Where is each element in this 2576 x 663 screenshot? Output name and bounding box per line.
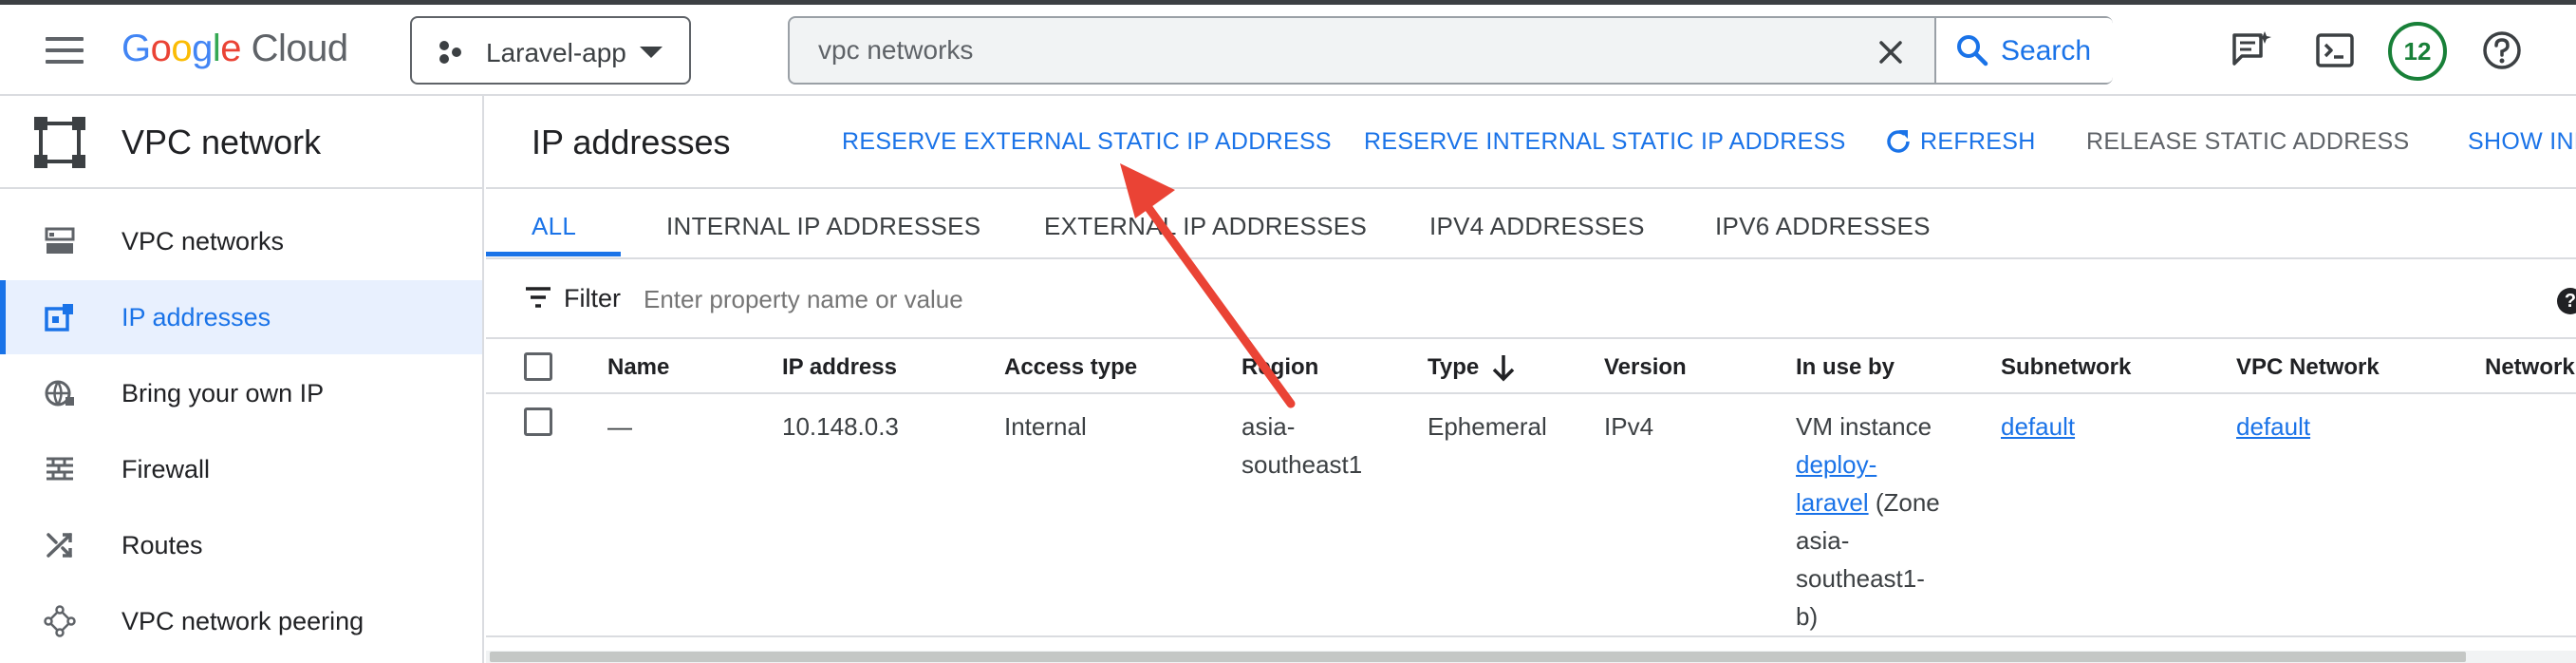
cell-region: asia- southeast1 bbox=[1241, 407, 1362, 483]
sidebar: VPC network VPC networks IP addresses Br… bbox=[0, 96, 484, 663]
tab-external-ip-addresses[interactable]: EXTERNAL IP ADDRESSES bbox=[1044, 212, 1367, 241]
in-use-by-text: (Zone bbox=[1868, 488, 1940, 517]
in-use-by-text: VM instance bbox=[1796, 412, 1932, 441]
sidebar-item-routes[interactable]: Routes bbox=[0, 508, 482, 582]
sidebar-item-firewall[interactable]: Firewall bbox=[0, 432, 482, 506]
vpc-network-link[interactable]: default bbox=[2236, 407, 2310, 445]
table-header: Name IP address Access type Region Type … bbox=[486, 339, 2576, 394]
sort-descending-icon[interactable] bbox=[1490, 352, 1517, 383]
column-header-ip-address[interactable]: IP address bbox=[782, 354, 897, 381]
sidebar-item-label: VPC networks bbox=[121, 227, 285, 256]
help-icon[interactable] bbox=[2479, 28, 2525, 73]
cell-region-line: asia- bbox=[1241, 412, 1296, 441]
cell-access-type: Internal bbox=[1004, 412, 1087, 441]
routes-icon bbox=[47, 533, 72, 558]
vm-instance-link[interactable]: deploy- bbox=[1796, 450, 1876, 479]
search-button-label: Search bbox=[2001, 35, 2092, 66]
subnetwork-link[interactable]: default bbox=[2001, 407, 2075, 445]
cell-type: Ephemeral bbox=[1428, 412, 1547, 441]
filter-bar: Filter ? bbox=[486, 259, 2576, 339]
close-icon[interactable] bbox=[1872, 33, 1910, 71]
scrollbar-thumb[interactable] bbox=[490, 652, 2466, 662]
column-header-in-use-by[interactable]: In use by bbox=[1796, 354, 1895, 381]
sidebar-item-bring-your-own-ip[interactable]: Bring your own IP bbox=[0, 356, 482, 430]
chevron-down-icon bbox=[640, 47, 663, 58]
tab-ipv6-addresses[interactable]: IPV6 ADDRESSES bbox=[1715, 212, 1931, 241]
column-help-icon[interactable]: ? bbox=[2557, 288, 2576, 314]
in-use-by-text: b) bbox=[1796, 602, 1819, 631]
table-row: — 10.148.0.3 Internal asia- southeast1 E… bbox=[486, 394, 2576, 637]
peering-icon bbox=[44, 605, 76, 637]
ip-addresses-icon bbox=[45, 304, 73, 332]
sidebar-item-label: Firewall bbox=[121, 455, 211, 483]
sidebar-item-vpc-networks[interactable]: VPC networks bbox=[0, 204, 482, 278]
column-header-subnetwork[interactable]: Subnetwork bbox=[2001, 354, 2131, 381]
notes-icon[interactable] bbox=[2229, 28, 2274, 73]
sidebar-item-vpc-network-peering[interactable]: VPC network peering bbox=[0, 584, 482, 658]
search-button[interactable]: Search bbox=[1936, 18, 2113, 83]
page-header: IP addresses RESERVE EXTERNAL STATIC IP … bbox=[486, 96, 2576, 189]
release-static-address-button[interactable]: RELEASE STATIC ADDRESS bbox=[2086, 128, 2410, 156]
project-icon bbox=[439, 41, 461, 64]
tab-internal-ip-addresses[interactable]: INTERNAL IP ADDRESSES bbox=[666, 212, 980, 241]
tab-all[interactable]: ALL bbox=[532, 212, 576, 241]
horizontal-scrollbar[interactable] bbox=[486, 651, 2576, 663]
vpc-networks-icon bbox=[45, 227, 75, 254]
refresh-button[interactable]: REFRESH bbox=[1920, 128, 2036, 156]
sidebar-header: VPC network bbox=[0, 96, 482, 189]
column-header-access-type[interactable]: Access type bbox=[1004, 354, 1137, 381]
column-header-vpc-network[interactable]: VPC Network bbox=[2236, 354, 2380, 381]
top-header: Google Cloud Laravel-app Search 1 bbox=[0, 5, 2576, 96]
cell-version: IPv4 bbox=[1604, 412, 1654, 441]
vpc-network-icon bbox=[34, 117, 85, 168]
firewall-icon bbox=[47, 457, 73, 481]
tab-ipv4-addresses[interactable]: IPV4 ADDRESSES bbox=[1429, 212, 1645, 241]
refresh-icon[interactable] bbox=[1883, 126, 1913, 157]
google-cloud-logo[interactable]: Google Cloud bbox=[121, 28, 348, 70]
filter-input[interactable] bbox=[644, 280, 2067, 318]
sidebar-item-ip-addresses[interactable]: IP addresses bbox=[0, 280, 482, 354]
filter-label: Filter bbox=[564, 284, 621, 313]
project-name: Laravel-app bbox=[486, 38, 626, 67]
sidebar-item-label: VPC network peering bbox=[121, 607, 364, 635]
main-content: IP addresses RESERVE EXTERNAL STATIC IP … bbox=[486, 96, 2576, 663]
column-header-region[interactable]: Region bbox=[1241, 354, 1318, 381]
cell-region-line: southeast1 bbox=[1241, 450, 1363, 479]
column-header-type[interactable]: Type bbox=[1428, 354, 1479, 381]
globe-icon bbox=[45, 380, 74, 407]
cell-ip-address: 10.148.0.3 bbox=[782, 412, 899, 441]
show-info-panel-button[interactable]: SHOW INF bbox=[2468, 128, 2576, 156]
search-input[interactable] bbox=[818, 31, 1862, 69]
vm-instance-link[interactable]: laravel bbox=[1796, 488, 1869, 517]
in-use-by-text: asia- bbox=[1796, 526, 1850, 555]
sidebar-title: VPC network bbox=[121, 123, 322, 161]
column-header-name[interactable]: Name bbox=[607, 354, 669, 381]
select-all-checkbox[interactable] bbox=[524, 352, 552, 381]
column-header-network[interactable]: Network bbox=[2485, 354, 2575, 381]
tab-bar: ALL INTERNAL IP ADDRESSES EXTERNAL IP AD… bbox=[486, 189, 2576, 259]
cell-in-use-by: VM instance deploy- laravel (Zone asia- … bbox=[1796, 407, 1940, 635]
reserve-internal-ip-button[interactable]: RESERVE INTERNAL STATIC IP ADDRESS bbox=[1364, 128, 1846, 156]
row-checkbox[interactable] bbox=[524, 407, 552, 436]
column-header-version[interactable]: Version bbox=[1604, 354, 1687, 381]
cell-name: — bbox=[607, 412, 632, 441]
filter-icon bbox=[526, 287, 551, 308]
active-tab-indicator bbox=[486, 252, 621, 256]
sidebar-item-label: Bring your own IP bbox=[121, 379, 325, 407]
reserve-external-ip-button[interactable]: RESERVE EXTERNAL STATIC IP ADDRESS bbox=[842, 128, 1332, 156]
cloud-shell-icon[interactable] bbox=[2312, 28, 2358, 73]
menu-icon[interactable] bbox=[46, 37, 84, 64]
page-title: IP addresses bbox=[532, 123, 731, 161]
sidebar-item-label: Routes bbox=[121, 531, 203, 559]
search-bar: Search bbox=[788, 16, 2113, 85]
sidebar-item-label: IP addresses bbox=[121, 303, 271, 332]
notification-badge[interactable]: 12 bbox=[2388, 22, 2447, 81]
active-indicator bbox=[0, 280, 6, 354]
project-picker[interactable]: Laravel-app bbox=[410, 16, 691, 85]
search-icon bbox=[1957, 35, 1988, 66]
in-use-by-text: southeast1- bbox=[1796, 564, 1925, 593]
